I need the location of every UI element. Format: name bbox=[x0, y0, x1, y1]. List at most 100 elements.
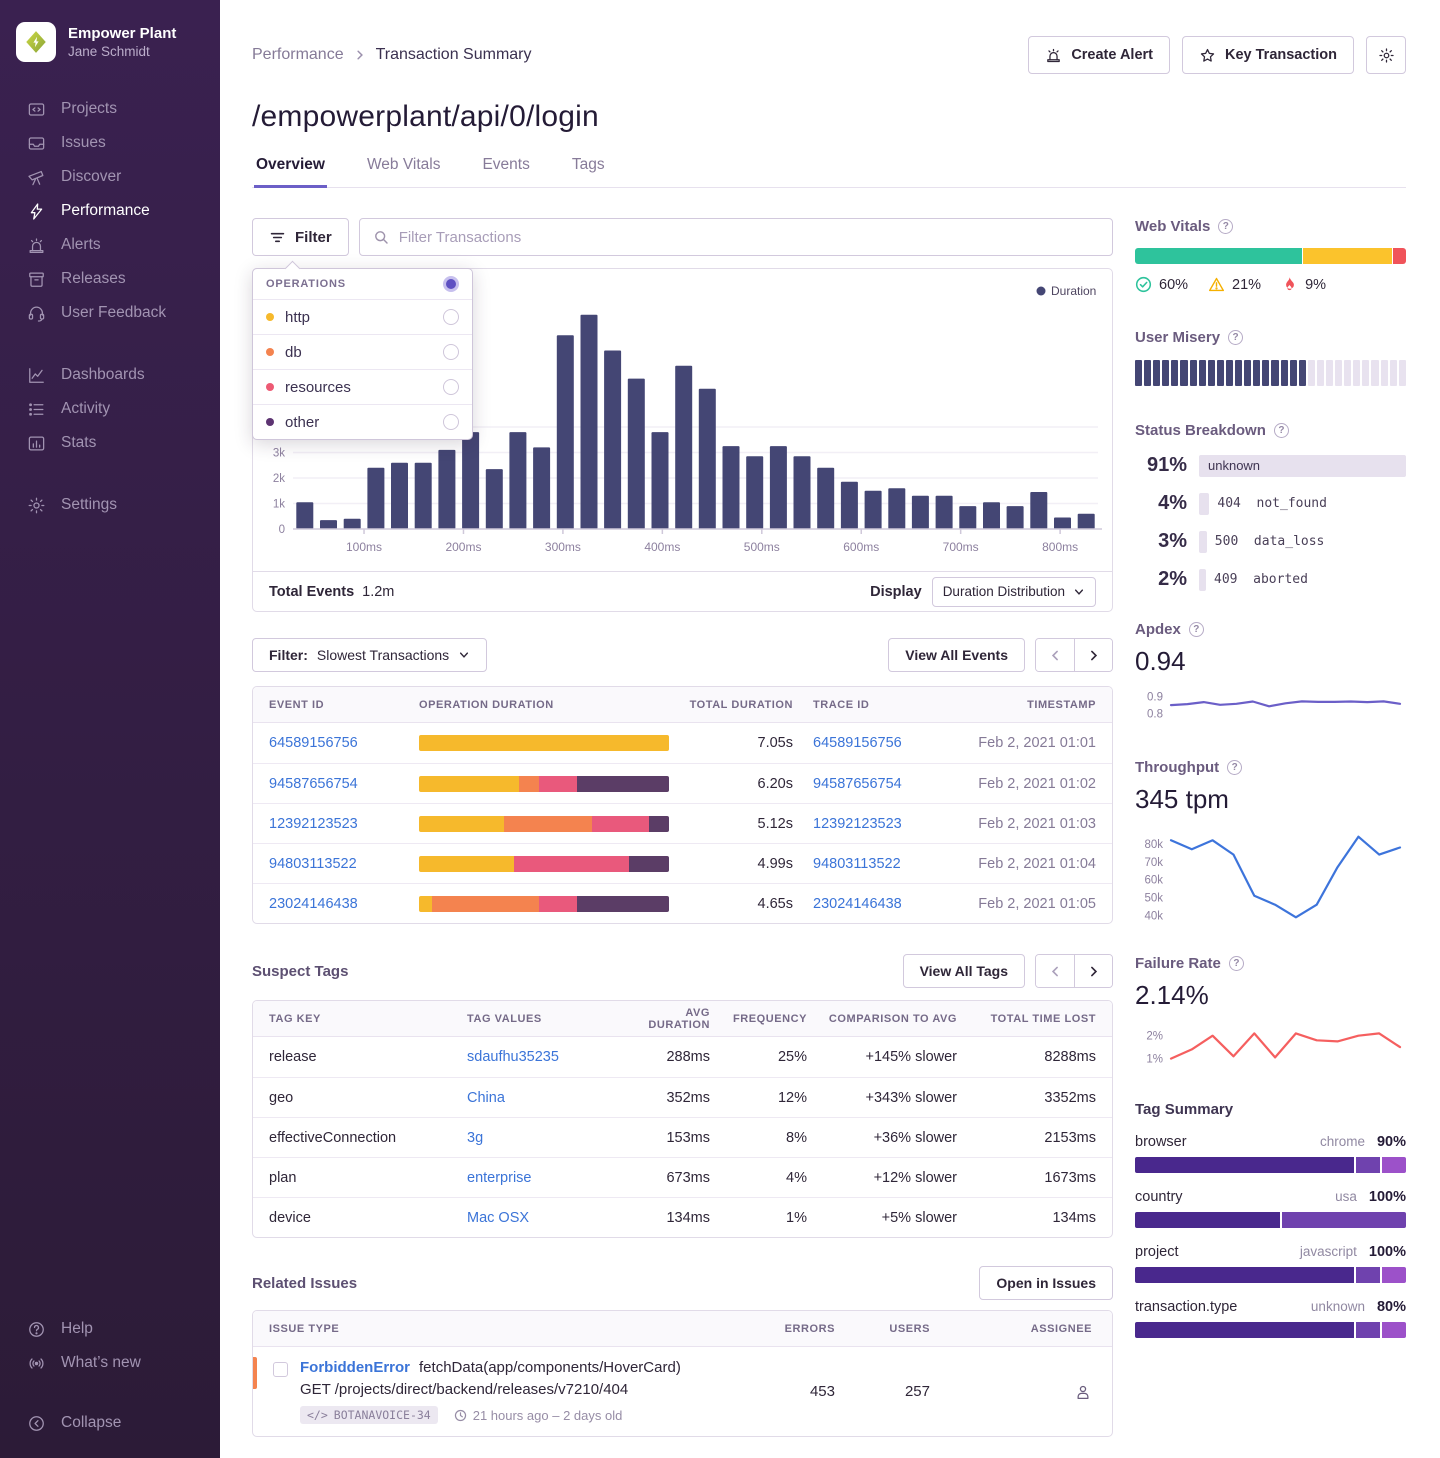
event-id-link[interactable]: 23024146438 bbox=[269, 896, 419, 912]
sidebar-item-what-s-new[interactable]: What’s new bbox=[0, 1346, 220, 1380]
avg-duration: 288ms bbox=[623, 1049, 710, 1065]
sidebar-item-dashboards[interactable]: Dashboards bbox=[0, 358, 220, 392]
key-transaction-button[interactable]: Key Transaction bbox=[1182, 36, 1354, 74]
tag-summary-value: chrome bbox=[1320, 1134, 1365, 1149]
operation-radio[interactable] bbox=[443, 414, 459, 430]
event-id-link[interactable]: 94803113522 bbox=[269, 856, 419, 872]
tab-web-vitals[interactable]: Web Vitals bbox=[365, 156, 443, 188]
display-select[interactable]: Duration Distribution bbox=[932, 577, 1096, 607]
tab-bar: Overview Web Vitals Events Tags bbox=[252, 156, 1406, 188]
help-question-icon[interactable]: ? bbox=[1227, 760, 1242, 775]
sidebar-item-projects[interactable]: Projects bbox=[0, 92, 220, 126]
issue-age: 21 hours ago – 2 days old bbox=[454, 1408, 623, 1423]
tab-overview[interactable]: Overview bbox=[254, 156, 327, 188]
trace-id-link[interactable]: 23024146438 bbox=[813, 896, 902, 912]
filter-button[interactable]: Filter bbox=[252, 218, 349, 256]
org-switcher[interactable]: Empower Plant Jane Schmidt bbox=[0, 16, 220, 64]
operation-radio[interactable] bbox=[443, 344, 459, 360]
help-question-icon[interactable]: ? bbox=[1189, 622, 1204, 637]
trace-id-link[interactable]: 64589156756 bbox=[813, 735, 902, 751]
operations-radio-selected[interactable] bbox=[443, 276, 459, 292]
total-duration: 4.99s bbox=[669, 856, 793, 872]
issue-type-link[interactable]: ForbiddenError bbox=[300, 1359, 410, 1376]
frequency: 25% bbox=[710, 1049, 807, 1065]
siren-icon bbox=[1045, 47, 1062, 64]
sidebar-item-activity[interactable]: Activity bbox=[0, 392, 220, 426]
events-filter-dropdown[interactable]: Filter: Slowest Transactions bbox=[252, 638, 487, 672]
help-question-icon[interactable]: ? bbox=[1228, 330, 1243, 345]
sidebar-item-issues[interactable]: Issues bbox=[0, 126, 220, 160]
breadcrumb-parent[interactable]: Performance bbox=[252, 46, 344, 64]
next-page-button[interactable] bbox=[1074, 955, 1112, 987]
operations-dropdown-header[interactable]: OPERATIONS bbox=[253, 269, 472, 299]
code-icon: </> bbox=[307, 1408, 328, 1422]
prev-page-button[interactable] bbox=[1036, 955, 1074, 987]
operation-radio[interactable] bbox=[443, 309, 459, 325]
tab-events[interactable]: Events bbox=[480, 156, 531, 188]
trace-id-link[interactable]: 94587656754 bbox=[813, 776, 902, 792]
trace-id-link[interactable]: 94803113522 bbox=[813, 856, 901, 872]
tag-value-link[interactable]: 3g bbox=[467, 1130, 623, 1146]
operation-option-http[interactable]: http bbox=[253, 299, 472, 334]
issue-checkbox[interactable] bbox=[273, 1362, 288, 1377]
transaction-search[interactable] bbox=[359, 218, 1113, 256]
event-id-link[interactable]: 12392123523 bbox=[269, 816, 419, 832]
status-pct: 3% bbox=[1135, 530, 1187, 553]
suspect-tag-row: planenterprise673ms4%+12% slower1673ms bbox=[253, 1157, 1112, 1197]
org-name: Empower Plant bbox=[68, 25, 176, 42]
projects-icon bbox=[26, 99, 46, 119]
tag-value-link[interactable]: sdaufhu35235 bbox=[467, 1049, 623, 1065]
operation-option-other[interactable]: other bbox=[253, 404, 472, 439]
prev-page-button[interactable] bbox=[1036, 639, 1074, 671]
issue-detail: GET /projects/direct/backend/releases/v7… bbox=[300, 1381, 681, 1398]
tab-tags[interactable]: Tags bbox=[570, 156, 607, 188]
status-bar bbox=[1199, 569, 1206, 591]
tag-value-link[interactable]: Mac OSX bbox=[467, 1210, 623, 1226]
operation-duration-bar bbox=[419, 776, 669, 792]
open-in-issues-button[interactable]: Open in Issues bbox=[979, 1266, 1113, 1300]
tag-summary-value: javascript bbox=[1300, 1244, 1357, 1259]
help-question-icon[interactable]: ? bbox=[1218, 219, 1233, 234]
create-alert-button[interactable]: Create Alert bbox=[1028, 36, 1170, 74]
discover-icon bbox=[26, 167, 46, 187]
sidebar-item-user-feedback[interactable]: User Feedback bbox=[0, 296, 220, 330]
settings-gear-button[interactable] bbox=[1366, 36, 1406, 74]
sidebar-item-settings[interactable]: Settings bbox=[0, 488, 220, 522]
sidebar-item-performance[interactable]: Performance bbox=[0, 194, 220, 228]
suspect-tag-row: effectiveConnection3g153ms8%+36% slower2… bbox=[253, 1117, 1112, 1157]
event-timestamp: Feb 2, 2021 01:05 bbox=[923, 896, 1096, 912]
total-time-lost: 134ms bbox=[957, 1210, 1096, 1226]
issue-row[interactable]: ForbiddenErrorfetchData(app/components/H… bbox=[253, 1347, 1112, 1436]
trace-id-link[interactable]: 12392123523 bbox=[813, 816, 902, 832]
tag-summary-row: projectjavascript100% bbox=[1135, 1244, 1406, 1283]
view-all-events-button[interactable]: View All Events bbox=[888, 638, 1025, 672]
search-input[interactable] bbox=[399, 229, 1099, 246]
sidebar-item-stats[interactable]: Stats bbox=[0, 426, 220, 460]
help-question-icon[interactable]: ? bbox=[1274, 423, 1289, 438]
event-id-link[interactable]: 94587656754 bbox=[269, 776, 419, 792]
event-row: 123921235235.12s12392123523Feb 2, 2021 0… bbox=[253, 803, 1112, 843]
tag-value-link[interactable]: enterprise bbox=[467, 1170, 623, 1186]
event-row: 645891567567.05s64589156756Feb 2, 2021 0… bbox=[253, 723, 1112, 763]
operation-option-db[interactable]: db bbox=[253, 334, 472, 369]
tag-value-link[interactable]: China bbox=[467, 1090, 623, 1106]
event-id-link[interactable]: 64589156756 bbox=[269, 735, 419, 751]
status-code: 500 data_loss bbox=[1215, 534, 1325, 549]
assignee-button[interactable] bbox=[956, 1383, 1096, 1401]
events-table: EVENT IDOPERATION DURATIONTOTAL DURATION… bbox=[252, 686, 1113, 924]
tag-summary-row: countryusa100% bbox=[1135, 1189, 1406, 1228]
view-all-tags-button[interactable]: View All Tags bbox=[903, 954, 1025, 988]
help-question-icon[interactable]: ? bbox=[1229, 956, 1244, 971]
sidebar-item-alerts[interactable]: Alerts bbox=[0, 228, 220, 262]
sidebar-item-releases[interactable]: Releases bbox=[0, 262, 220, 296]
sidebar-item-collapse[interactable]: Collapse bbox=[0, 1406, 220, 1440]
sidebar-item-discover[interactable]: Discover bbox=[0, 160, 220, 194]
operation-option-resources[interactable]: resources bbox=[253, 369, 472, 404]
performance-icon bbox=[26, 201, 46, 221]
next-page-button[interactable] bbox=[1074, 639, 1112, 671]
event-timestamp: Feb 2, 2021 01:03 bbox=[923, 816, 1096, 832]
sidebar-item-help[interactable]: Help bbox=[0, 1312, 220, 1346]
svg-text:70k: 70k bbox=[1144, 857, 1163, 869]
svg-text:300ms: 300ms bbox=[545, 540, 581, 554]
operation-radio[interactable] bbox=[443, 379, 459, 395]
